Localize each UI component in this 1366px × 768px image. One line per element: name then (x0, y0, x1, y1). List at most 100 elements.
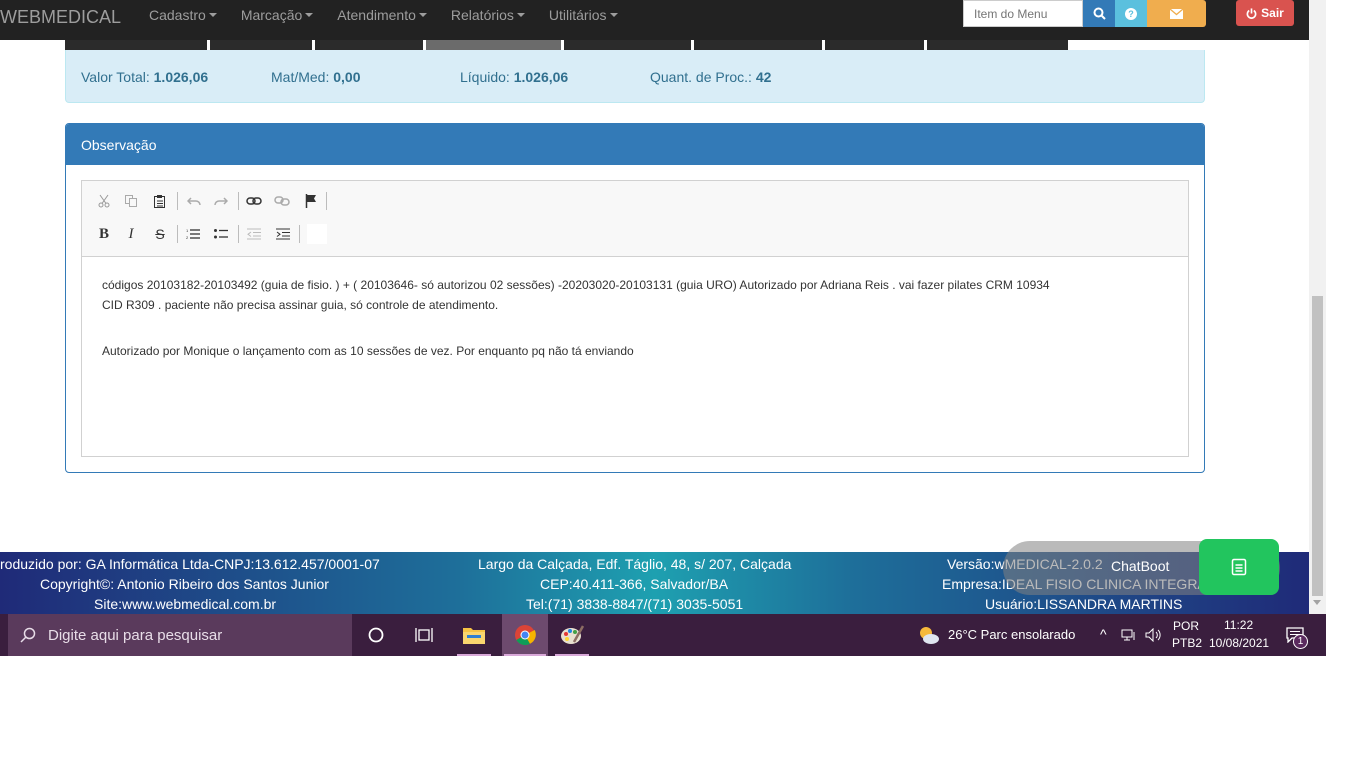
menu-relatorios[interactable]: Relatórios (439, 0, 537, 30)
language-bottom[interactable]: PTB2 (1172, 636, 1202, 650)
toolbar-separator (177, 192, 178, 210)
tab-strip (65, 40, 1071, 50)
chatbot-label[interactable]: ChatBoot (1111, 558, 1169, 574)
scroll-thumb[interactable] (1312, 296, 1323, 596)
cortana-circle-icon (368, 627, 384, 643)
help-button[interactable]: ? (1115, 0, 1147, 27)
empty-line (102, 315, 1162, 335)
file-explorer-app[interactable] (455, 614, 493, 656)
color-swatch[interactable] (307, 224, 327, 244)
footer-phone: Tel:(71) 3838-8847/(71) 3035-5051 (526, 596, 744, 612)
menu-atendimento[interactable]: Atendimento (325, 0, 439, 30)
footer-copyright: Copyright©: Antonio Ribeiro dos Santos J… (40, 576, 329, 592)
liquido-label: Líquido: (460, 69, 510, 85)
weather-text[interactable]: 26°C Parc ensolarado (948, 627, 1075, 642)
app-running-indicator (555, 654, 589, 656)
quant-label: Quant. de Proc.: (650, 69, 752, 85)
paint-app[interactable] (553, 614, 591, 656)
footer-site[interactable]: Site:www.webmedical.com.br (94, 596, 276, 612)
chevron-up-icon[interactable]: ^ (1100, 626, 1107, 642)
mail-button[interactable] (1147, 0, 1206, 27)
toolbar-separator (326, 192, 327, 210)
clock-date[interactable]: 10/08/2021 (1209, 636, 1269, 650)
chrome-icon (515, 625, 536, 646)
chatbot-button[interactable] (1199, 539, 1279, 595)
matmed-label: Mat/Med: (271, 69, 330, 85)
task-view-button[interactable] (405, 614, 443, 656)
logout-label: Sair (1261, 6, 1284, 20)
paste-icon[interactable] (150, 191, 170, 211)
editor-toolbar: B I S 12 (82, 181, 1188, 257)
taskbar-search-placeholder: Digite aqui para pesquisar (48, 626, 223, 644)
caret-down-icon (516, 13, 525, 17)
menu-utilitarios[interactable]: Utilitários (537, 0, 630, 30)
menu-label: Atendimento (337, 7, 416, 23)
valor-total-value: 1.026,06 (153, 69, 209, 85)
tab[interactable] (315, 40, 423, 50)
brand-logo[interactable]: WEBMEDICAL (0, 0, 121, 40)
cut-icon[interactable] (94, 191, 114, 211)
link-icon[interactable] (244, 191, 264, 211)
matmed: Mat/Med: 0,00 (271, 69, 361, 85)
app-running-indicator (457, 654, 491, 656)
liquido: Líquido: 1.026,06 (460, 69, 568, 85)
quant-value: 42 (755, 69, 772, 85)
network-icon[interactable] (1118, 614, 1140, 656)
copy-icon[interactable] (121, 191, 141, 211)
toolbar-separator (299, 225, 300, 243)
logout-button[interactable]: Sair (1236, 0, 1294, 26)
numbered-list-icon[interactable]: 12 (183, 224, 203, 244)
observation-line: CID R309 . paciente não precisa assinar … (102, 298, 499, 312)
bullet-list-icon[interactable] (211, 224, 231, 244)
rich-text-editor[interactable]: B I S 12 códigos 20103182-20103492 (guia… (81, 180, 1189, 457)
toolbar-separator (238, 225, 239, 243)
language-top[interactable]: POR (1173, 619, 1199, 633)
menu-label: Marcação (240, 7, 303, 23)
tab[interactable] (694, 40, 822, 50)
weather-widget-icon[interactable] (910, 614, 948, 656)
svg-text:1: 1 (186, 228, 189, 233)
menu-search-input[interactable] (963, 0, 1083, 27)
tab[interactable] (564, 40, 691, 50)
indent-icon[interactable] (273, 224, 293, 244)
observacao-panel: Observação B I S 1 2 códigos 20103182-20… (65, 123, 1205, 473)
menu-marcacao[interactable]: Marcação (229, 0, 325, 30)
cortana-button[interactable] (357, 614, 395, 656)
outdent-icon[interactable] (244, 224, 264, 244)
undo-icon[interactable] (184, 191, 204, 211)
quant-proc: Quant. de Proc.: 42 (650, 69, 771, 85)
task-view-icon (415, 628, 433, 642)
editor-content[interactable]: códigos 20103182-20103492 (guia de fisio… (102, 275, 1162, 361)
clock-time[interactable]: 11:22 (1224, 618, 1253, 632)
menu-label: Cadastro (149, 7, 206, 23)
bold-icon[interactable]: B (94, 224, 114, 244)
scroll-down-arrow-icon[interactable] (1313, 600, 1321, 605)
toolbar-separator (238, 192, 239, 210)
chrome-app[interactable] (502, 614, 548, 656)
tab[interactable] (825, 40, 924, 50)
liquido-value: 1.026,06 (513, 69, 569, 85)
search-icon (20, 627, 36, 643)
redo-icon[interactable] (211, 191, 231, 211)
toolbar-separator (177, 225, 178, 243)
italic-icon[interactable]: I (121, 224, 141, 244)
tab[interactable] (927, 40, 1068, 50)
caret-down-icon (208, 13, 217, 17)
envelope-icon (1170, 8, 1183, 19)
volume-icon[interactable] (1142, 614, 1166, 656)
menu-cadastro[interactable]: Cadastro (137, 0, 229, 30)
tab[interactable] (65, 40, 207, 50)
chat-form-icon (1231, 558, 1247, 576)
question-icon: ? (1125, 7, 1137, 20)
unlink-icon[interactable] (272, 191, 292, 211)
search-button[interactable] (1083, 0, 1115, 27)
matmed-value: 0,00 (333, 69, 361, 85)
strikethrough-icon[interactable]: S (150, 224, 170, 244)
tab-active[interactable] (426, 40, 561, 50)
taskbar-search[interactable]: Digite aqui para pesquisar (8, 614, 352, 656)
partly-sunny-icon (920, 627, 939, 644)
flag-anchor-icon[interactable] (301, 191, 321, 211)
tab[interactable] (210, 40, 312, 50)
caret-down-icon (609, 13, 618, 17)
page-scrollbar[interactable] (1309, 0, 1326, 614)
